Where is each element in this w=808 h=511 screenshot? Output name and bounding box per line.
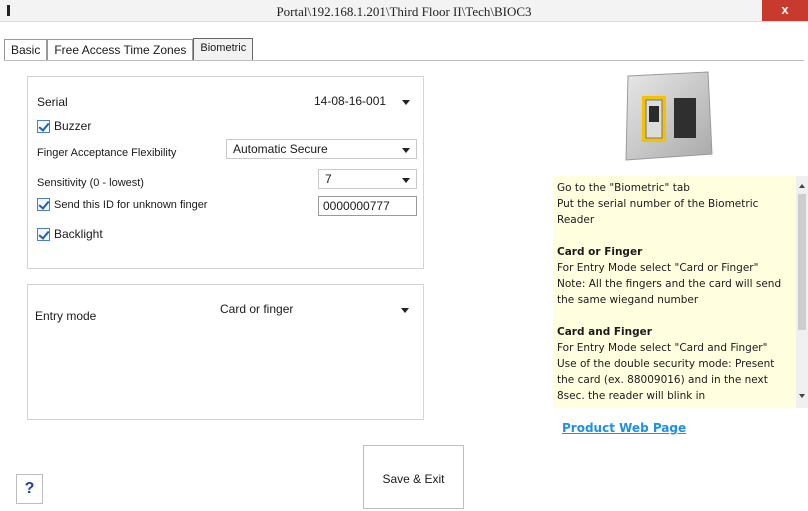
chevron-down-icon: [402, 178, 410, 183]
chevron-down-icon: [402, 100, 410, 105]
checkbox-checked-icon: [37, 119, 50, 133]
biometric-reader-image: [625, 71, 713, 161]
buzzer-label: Buzzer: [54, 119, 92, 133]
serial-value: 14-08-16-001: [314, 94, 387, 108]
tab-free-access-time-zones[interactable]: Free Access Time Zones: [47, 39, 194, 60]
tab-biometric[interactable]: Biometric: [193, 38, 254, 60]
save-exit-button[interactable]: Save & Exit: [363, 445, 464, 509]
tab-divider: [4, 60, 804, 61]
settings-group: Serial 14-08-16-001 Buzzer Finger Accept…: [27, 76, 424, 269]
help-panel: Go to the "Biometric" tab Put the serial…: [553, 176, 796, 408]
help-section-text: Use of the double security mode: Present…: [557, 358, 775, 402]
entry-mode-value: Card or finger: [220, 302, 294, 316]
help-button[interactable]: ?: [16, 474, 43, 504]
checkbox-checked-icon: [37, 198, 50, 211]
product-web-page-link[interactable]: Product Web Page: [562, 421, 686, 435]
scroll-up-icon[interactable]: [799, 184, 805, 188]
help-intro-2: Put the serial number of the Biometric R…: [557, 198, 759, 226]
scroll-down-icon[interactable]: [799, 394, 805, 398]
help-section-title: Card and Finger: [557, 326, 652, 338]
help-section-title: Card or Finger: [557, 246, 643, 258]
serial-select[interactable]: 14-08-16-001: [307, 91, 417, 111]
sensitivity-select[interactable]: 7: [318, 169, 417, 189]
close-button[interactable]: x: [762, 0, 808, 21]
help-content: Go to the "Biometric" tab Put the serial…: [557, 180, 793, 404]
help-section-text: For Entry Mode select "Card and Finger": [557, 342, 768, 354]
help-section-text: For Entry Mode select "Card or Finger": [557, 262, 759, 274]
help-scrollbar[interactable]: [796, 176, 808, 408]
tab-bar: Basic Free Access Time Zones Biometric: [4, 38, 254, 60]
scroll-thumb[interactable]: [798, 194, 806, 330]
flex-label: Finger Acceptance Flexibility: [37, 147, 177, 159]
flex-select[interactable]: Automatic Secure: [226, 139, 417, 159]
backlight-label: Backlight: [54, 227, 103, 241]
serial-label: Serial: [37, 95, 68, 109]
title-bar: Portal\192.168.1.201\Third Floor II\Tech…: [0, 0, 808, 22]
unknown-id-checkbox[interactable]: Send this ID for unknown finger: [37, 198, 207, 211]
help-section-text: Note: All the fingers and the card will …: [557, 278, 782, 306]
help-intro-1: Go to the "Biometric" tab: [557, 182, 690, 194]
chevron-down-icon: [401, 308, 409, 313]
chevron-down-icon: [402, 148, 410, 153]
backlight-checkbox[interactable]: Backlight: [37, 227, 103, 241]
unknown-id-label: Send this ID for unknown finger: [54, 198, 208, 211]
entry-mode-select[interactable]: Card or finger: [213, 299, 416, 319]
checkbox-checked-icon: [37, 227, 50, 241]
entry-mode-group: Entry mode Card or finger: [27, 284, 424, 420]
tab-basic[interactable]: Basic: [4, 39, 48, 60]
window-title: Portal\192.168.1.201\Third Floor II\Tech…: [276, 4, 532, 19]
sensitivity-value: 7: [325, 172, 332, 186]
entry-mode-label: Entry mode: [35, 309, 97, 323]
sensitivity-label: Sensitivity (0 - lowest): [37, 177, 144, 189]
buzzer-checkbox[interactable]: Buzzer: [37, 119, 91, 133]
flex-value: Automatic Secure: [233, 142, 328, 156]
unknown-id-input[interactable]: 0000000777: [318, 196, 417, 216]
